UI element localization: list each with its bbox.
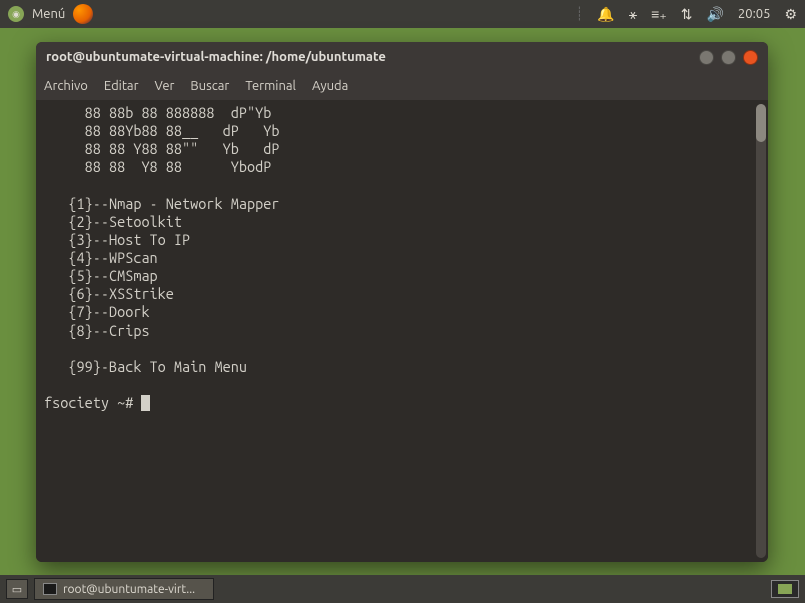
menu-editar[interactable]: Editar xyxy=(104,79,139,93)
notification-bell-icon[interactable]: 🔔 xyxy=(597,6,614,23)
bluetooth-icon[interactable]: ⚹ xyxy=(629,6,637,23)
workspace-switcher[interactable] xyxy=(771,580,799,598)
workspace-active-icon xyxy=(778,584,792,594)
separator-icon: ┊ xyxy=(576,7,584,22)
panel-left: ◉ Menú xyxy=(8,4,93,24)
menu-terminal[interactable]: Terminal xyxy=(245,79,296,93)
scrollbar[interactable] xyxy=(756,104,766,558)
bottom-panel: ▭ root@ubuntumate-virt... xyxy=(0,575,805,603)
power-gear-icon[interactable]: ⚙ xyxy=(784,6,797,23)
ubuntu-mate-logo-icon[interactable]: ◉ xyxy=(8,6,24,22)
firefox-icon[interactable] xyxy=(73,4,93,24)
top-panel: ◉ Menú ┊ 🔔 ⚹ ≡₊ ⇅ 🔊 20:05 ⚙ xyxy=(0,0,805,28)
ascii-art-banner: 88 88b 88 888888 dP"Yb 88 88Yb88 88__ dP… xyxy=(44,104,279,175)
cursor-icon xyxy=(141,395,150,411)
shell-prompt: fsociety ~# xyxy=(44,394,141,411)
menu-archivo[interactable]: Archivo xyxy=(44,79,88,93)
minimize-button[interactable] xyxy=(699,50,714,65)
network-icon[interactable]: ⇅ xyxy=(681,6,693,23)
applications-menu[interactable]: Menú xyxy=(32,7,65,21)
terminal-mini-icon xyxy=(43,583,57,595)
clock[interactable]: 20:05 xyxy=(738,7,771,21)
taskbar-item-label: root@ubuntumate-virt... xyxy=(63,583,195,596)
terminal-body[interactable]: 88 88b 88 888888 dP"Yb 88 88Yb88 88__ dP… xyxy=(36,100,768,562)
maximize-button[interactable] xyxy=(721,50,736,65)
volume-icon[interactable]: 🔊 xyxy=(706,6,723,23)
panel-right: ┊ 🔔 ⚹ ≡₊ ⇅ 🔊 20:05 ⚙ xyxy=(576,6,798,23)
window-titlebar[interactable]: root@ubuntumate-virtual-machine: /home/u… xyxy=(36,42,768,72)
menu-buscar[interactable]: Buscar xyxy=(190,79,229,93)
terminal-window: root@ubuntumate-virtual-machine: /home/u… xyxy=(36,42,768,562)
taskbar-item-terminal[interactable]: root@ubuntumate-virt... xyxy=(34,578,214,600)
terminal-menubar: Archivo Editar Ver Buscar Terminal Ayuda xyxy=(36,72,768,100)
window-controls xyxy=(699,50,758,65)
menu-options-list: {1}--Nmap - Network Mapper {2}--Setoolki… xyxy=(44,195,279,375)
menu-ver[interactable]: Ver xyxy=(155,79,175,93)
show-desktop-button[interactable]: ▭ xyxy=(6,579,28,599)
scrollbar-thumb[interactable] xyxy=(756,104,766,142)
menu-ayuda[interactable]: Ayuda xyxy=(312,79,348,93)
indicator-menu-icon[interactable]: ≡₊ xyxy=(651,6,667,23)
close-button[interactable] xyxy=(743,50,758,65)
window-title: root@ubuntumate-virtual-machine: /home/u… xyxy=(46,50,386,64)
